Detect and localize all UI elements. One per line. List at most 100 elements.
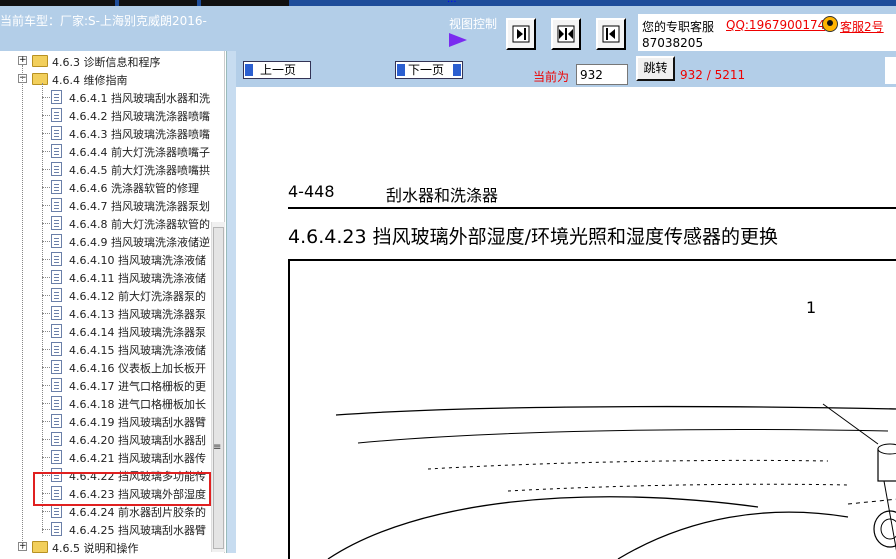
tree-item[interactable]: 4.6.4.1 挡风玻璃刮水器和洗: [0, 89, 211, 107]
tree-item-label: 4.6.4.11 挡风玻璃洗涤液储: [69, 272, 206, 285]
tree-item[interactable]: 4.6.4.16 仪表板上加长板开: [0, 359, 211, 377]
tree-item-label: 4.6.4.7 挡风玻璃洗涤器泵划: [69, 200, 210, 213]
document-icon: [51, 378, 62, 392]
tree-item-label: 4.6.4.14 挡风玻璃洗涤器泵: [69, 326, 206, 339]
arrow-right-bar-icon: [512, 25, 530, 43]
tree-connector: [42, 439, 50, 440]
document-icon: [51, 396, 62, 410]
tree-item[interactable]: 4.6.4.2 挡风玻璃洗涤器喷嘴: [0, 107, 211, 125]
tree-connector: [42, 313, 50, 314]
tree-item[interactable]: 4.6.4.13 挡风玻璃洗涤器泵: [0, 305, 211, 323]
doc-divider: [288, 207, 896, 209]
tree-connector: [42, 529, 50, 530]
tree-item[interactable]: 4.6.4.4 前大灯洗涤器喷嘴子: [0, 143, 211, 161]
tree-connector: [42, 151, 50, 152]
expand-icon[interactable]: +: [18, 56, 27, 65]
tree-item[interactable]: 4.6.4.14 挡风玻璃洗涤器泵: [0, 323, 211, 341]
tree-item[interactable]: 4.6.4.9 挡风玻璃洗涤液储逆: [0, 233, 211, 251]
tree-item[interactable]: +4.6.5 说明和操作: [0, 539, 211, 557]
tree-item[interactable]: 4.6.4.12 前大灯洗涤器泵的: [0, 287, 211, 305]
view-double-page-button[interactable]: [551, 18, 581, 50]
document-icon: [51, 504, 62, 518]
tree-item-label: 4.6.4 维修指南: [52, 74, 128, 87]
tree-item-label: 4.6.4.6 洗涤器软管的修理: [69, 182, 199, 195]
view-single-page-button[interactable]: [506, 18, 536, 50]
page-count: 932 / 5211: [680, 68, 746, 82]
document-icon: [51, 522, 62, 536]
tree-item-label: 4.6.4.25 挡风玻璃刮水器臂: [69, 524, 206, 537]
tree-item[interactable]: 4.6.4.6 洗涤器软管的修理: [0, 179, 211, 197]
jump-button[interactable]: 跳转: [636, 56, 675, 81]
tree-connector: [42, 133, 50, 134]
tree-item-label: 4.6.4.20 挡风玻璃刮水器刮: [69, 434, 206, 447]
tree-item-label: 4.6.4.12 前大灯洗涤器泵的: [69, 290, 206, 303]
document-icon: [51, 360, 62, 374]
tree-item-label: 4.6.4.15 挡风玻璃洗涤液储: [69, 344, 206, 357]
tree-item[interactable]: 4.6.4.10 挡风玻璃洗涤液储: [0, 251, 211, 269]
tree-item[interactable]: −4.6.4 维修指南: [0, 71, 211, 89]
figure-callout-1: 1: [806, 298, 817, 317]
tree-item-label: 4.6.4.10 挡风玻璃洗涤液储: [69, 254, 206, 267]
tree-item-label: 4.6.4.2 挡风玻璃洗涤器喷嘴: [69, 110, 210, 123]
tree-item[interactable]: 4.6.4.18 进气口格栅板加长: [0, 395, 211, 413]
document-icon: [51, 198, 62, 212]
tree-item-label: 4.6.4.9 挡风玻璃洗涤液储逆: [69, 236, 210, 249]
prev-page-label: 上一页: [260, 63, 297, 77]
doc-page-number: 4-448: [288, 182, 335, 201]
qq-penguin-icon[interactable]: [822, 16, 838, 32]
document-icon: [51, 270, 62, 284]
tree-connector: [42, 241, 50, 242]
prev-page-button[interactable]: 上一页: [243, 61, 311, 79]
view-control-arrow-icon[interactable]: [449, 33, 467, 47]
page-number-input[interactable]: [576, 64, 628, 85]
customer-service-phone: 87038205: [642, 36, 704, 50]
tree-scroll-thumb[interactable]: [213, 227, 224, 549]
tree-item[interactable]: 4.6.4.5 前大灯洗涤器喷嘴拱: [0, 161, 211, 179]
tree-connector: [42, 331, 50, 332]
tree-item[interactable]: 4.6.4.21 挡风玻璃刮水器传: [0, 449, 211, 467]
qq-link[interactable]: QQ:1967900174: [726, 18, 825, 32]
tree-connector: [42, 421, 50, 422]
tree-item[interactable]: 4.6.4.7 挡风玻璃洗涤器泵划: [0, 197, 211, 215]
arrow-left-icon: [397, 64, 405, 76]
tree-sidebar: +4.6.3 诊断信息和程序 −4.6.4 维修指南 4.6.4.1 挡风玻璃刮水器…: [0, 51, 225, 555]
view-control-label: 视图控制: [449, 17, 498, 31]
arrow-left-icon: [245, 64, 253, 76]
next-page-button[interactable]: 下一页: [395, 61, 463, 79]
page-nav-bar: 上一页 下一页 当前为 跳转 932 / 5211: [236, 51, 896, 87]
document-icon: [51, 306, 62, 320]
nav-right-panel: [885, 57, 896, 84]
tree-item-label: 4.6.4.8 前大灯洗涤器软管的: [69, 218, 210, 231]
vehicle-info: 当前车型：厂家:S-上海别克威朗2016-: [0, 14, 207, 28]
tree-connector: [22, 65, 23, 551]
tree-item[interactable]: 4.6.4.3 挡风玻璃洗涤器喷嘴: [0, 125, 211, 143]
double-arrow-icon: [557, 25, 575, 43]
tree-item[interactable]: 4.6.4.8 前大灯洗涤器软管的: [0, 215, 211, 233]
tree-item[interactable]: 4.6.4.19 挡风玻璃刮水器臂: [0, 413, 211, 431]
tree-item[interactable]: 4.6.4.20 挡风玻璃刮水器刮: [0, 431, 211, 449]
tree-connector: [42, 385, 50, 386]
document-icon: [51, 288, 62, 302]
tree-item-label: 4.6.4.18 进气口格栅板加长: [69, 398, 206, 411]
tree-item-label: 4.6.4.1 挡风玻璃刮水器和洗: [69, 92, 210, 105]
tree-item[interactable]: +4.6.3 诊断信息和程序: [0, 53, 211, 71]
document-icon: [51, 144, 62, 158]
tree-scrollbar[interactable]: [211, 222, 225, 552]
tree-item[interactable]: 4.6.4.25 挡风玻璃刮水器臂: [0, 521, 211, 539]
tree-item[interactable]: 4.6.4.15 挡风玻璃洗涤液储: [0, 341, 211, 359]
pane-splitter[interactable]: [226, 51, 236, 553]
tree-item[interactable]: 4.6.4.11 挡风玻璃洗涤液储: [0, 269, 211, 287]
service2-link[interactable]: 客服2号: [840, 18, 884, 35]
tree-item[interactable]: 4.6.4.17 进气口格栅板的更: [0, 377, 211, 395]
tree-connector: [42, 403, 50, 404]
tree-item-label: 4.6.4.16 仪表板上加长板开: [69, 362, 206, 375]
top-link[interactable]: ...: [447, 0, 457, 5]
tree-item-label: 4.6.4.24 前水器刮片胶条的: [69, 506, 206, 519]
tree-item-label: 4.6.5 说明和操作: [52, 542, 139, 555]
view-fit-left-button[interactable]: [596, 18, 626, 50]
tree-connector: [42, 169, 50, 170]
document-icon: [51, 216, 62, 230]
document-icon: [51, 342, 62, 356]
tree-item-label: 4.6.4.3 挡风玻璃洗涤器喷嘴: [69, 128, 210, 141]
current-page-label: 当前为: [533, 70, 570, 84]
